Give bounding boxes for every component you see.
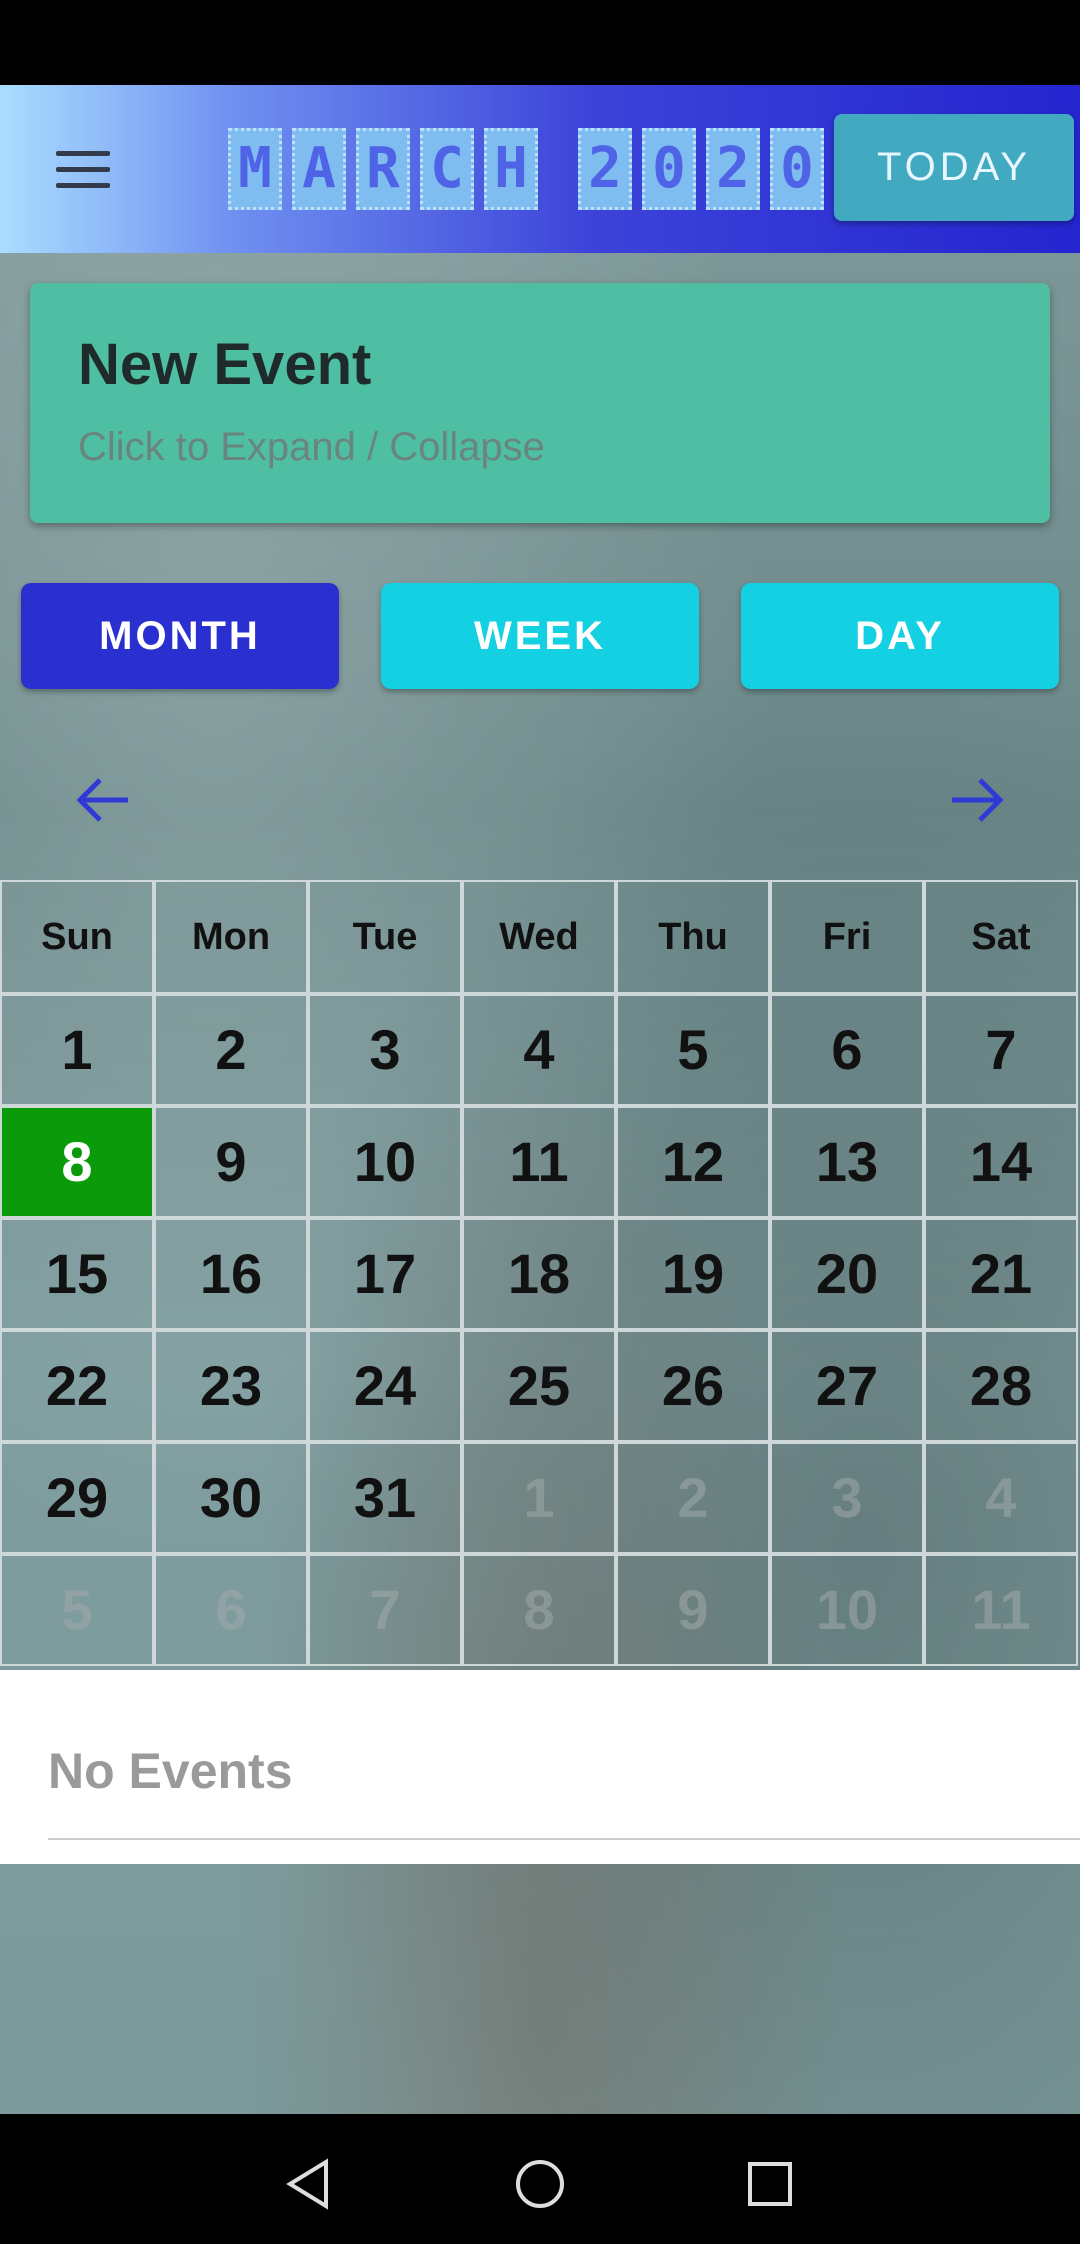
calendar-day[interactable]: 13 xyxy=(770,1106,924,1218)
calendar-day-other-month[interactable]: 11 xyxy=(924,1554,1078,1666)
today-button[interactable]: TODAY xyxy=(834,114,1074,221)
calendar-day[interactable]: 6 xyxy=(770,994,924,1106)
top-app-bar: M A R C H 2 0 2 0 TODAY xyxy=(0,85,1080,253)
weekday-header: Thu xyxy=(616,880,770,994)
calendar-day[interactable]: 12 xyxy=(616,1106,770,1218)
weekday-header: Sat xyxy=(924,880,1078,994)
month-year-title: M A R C H 2 0 2 0 xyxy=(228,128,824,210)
calendar-day[interactable]: 26 xyxy=(616,1330,770,1442)
title-letter: C xyxy=(420,128,474,210)
event-card-title: New Event xyxy=(78,332,372,397)
calendar-day[interactable]: 23 xyxy=(154,1330,308,1442)
calendar-day-other-month[interactable]: 7 xyxy=(308,1554,462,1666)
calendar-day[interactable]: 17 xyxy=(308,1218,462,1330)
calendar-day[interactable]: 21 xyxy=(924,1218,1078,1330)
calendar-day[interactable]: 5 xyxy=(616,994,770,1106)
calendar-day[interactable]: 30 xyxy=(154,1442,308,1554)
calendar-day[interactable]: 19 xyxy=(616,1218,770,1330)
calendar-day[interactable]: 24 xyxy=(308,1330,462,1442)
calendar-day-other-month[interactable]: 9 xyxy=(616,1554,770,1666)
title-letter: R xyxy=(356,128,410,210)
calendar-day[interactable]: 29 xyxy=(0,1442,154,1554)
calendar-day[interactable]: 18 xyxy=(462,1218,616,1330)
title-letter: M xyxy=(228,128,282,210)
calendar-day-other-month[interactable]: 6 xyxy=(154,1554,308,1666)
calendar-day[interactable]: 4 xyxy=(462,994,616,1106)
weekday-header: Wed xyxy=(462,880,616,994)
calendar-day[interactable]: 31 xyxy=(308,1442,462,1554)
home-icon[interactable] xyxy=(510,2154,570,2214)
no-events-text: No Events xyxy=(48,1743,293,1799)
calendar-day[interactable]: 9 xyxy=(154,1106,308,1218)
recents-icon[interactable] xyxy=(740,2154,800,2214)
calendar-day[interactable]: 28 xyxy=(924,1330,1078,1442)
title-digit: 0 xyxy=(770,128,824,210)
weekday-header: Mon xyxy=(154,880,308,994)
calendar-day[interactable]: 27 xyxy=(770,1330,924,1442)
title-digit: 2 xyxy=(578,128,632,210)
calendar-day[interactable]: 15 xyxy=(0,1218,154,1330)
calendar-day-other-month[interactable]: 3 xyxy=(770,1442,924,1554)
calendar-grid: Sun Mon Tue Wed Thu Fri Sat 1 2 3 4 5 6 … xyxy=(0,880,1080,1668)
hamburger-menu-icon[interactable] xyxy=(52,149,116,193)
calendar-day-other-month[interactable]: 8 xyxy=(462,1554,616,1666)
title-letter: A xyxy=(292,128,346,210)
events-panel: No Events xyxy=(0,1670,1080,1864)
events-divider xyxy=(48,1838,1080,1840)
title-digit: 2 xyxy=(706,128,760,210)
weekday-header: Fri xyxy=(770,880,924,994)
calendar-day[interactable]: 20 xyxy=(770,1218,924,1330)
title-letter: H xyxy=(484,128,538,210)
calendar-day[interactable]: 7 xyxy=(924,994,1078,1106)
calendar-day-other-month[interactable]: 5 xyxy=(0,1554,154,1666)
calendar-day[interactable]: 2 xyxy=(154,994,308,1106)
title-gap xyxy=(548,128,568,208)
calendar-day[interactable]: 3 xyxy=(308,994,462,1106)
month-view-button[interactable]: MONTH xyxy=(21,583,339,689)
calendar-day-selected[interactable]: 8 xyxy=(0,1106,154,1218)
week-view-button[interactable]: WEEK xyxy=(381,583,699,689)
calendar-day-other-month[interactable]: 2 xyxy=(616,1442,770,1554)
calendar-day[interactable]: 25 xyxy=(462,1330,616,1442)
calendar-day[interactable]: 1 xyxy=(0,994,154,1106)
calendar-day-other-month[interactable]: 1 xyxy=(462,1442,616,1554)
calendar-day[interactable]: 11 xyxy=(462,1106,616,1218)
calendar-day[interactable]: 10 xyxy=(308,1106,462,1218)
calendar-day[interactable]: 14 xyxy=(924,1106,1078,1218)
calendar-day-other-month[interactable]: 10 xyxy=(770,1554,924,1666)
day-view-button[interactable]: DAY xyxy=(741,583,1059,689)
calendar-day-other-month[interactable]: 4 xyxy=(924,1442,1078,1554)
status-bar xyxy=(0,0,1080,85)
system-navigation-bar xyxy=(0,2114,1080,2244)
arrow-left-icon[interactable] xyxy=(70,765,140,835)
new-event-card[interactable]: New Event Click to Expand / Collapse xyxy=(30,283,1050,523)
event-card-subtitle: Click to Expand / Collapse xyxy=(78,425,545,469)
weekday-header: Sun xyxy=(0,880,154,994)
title-digit: 0 xyxy=(642,128,696,210)
calendar-day[interactable]: 16 xyxy=(154,1218,308,1330)
back-icon[interactable] xyxy=(280,2154,340,2214)
weekday-header: Tue xyxy=(308,880,462,994)
arrow-right-icon[interactable] xyxy=(940,765,1010,835)
calendar-day[interactable]: 22 xyxy=(0,1330,154,1442)
app-root: M A R C H 2 0 2 0 TODAY New Event Click … xyxy=(0,0,1080,2244)
